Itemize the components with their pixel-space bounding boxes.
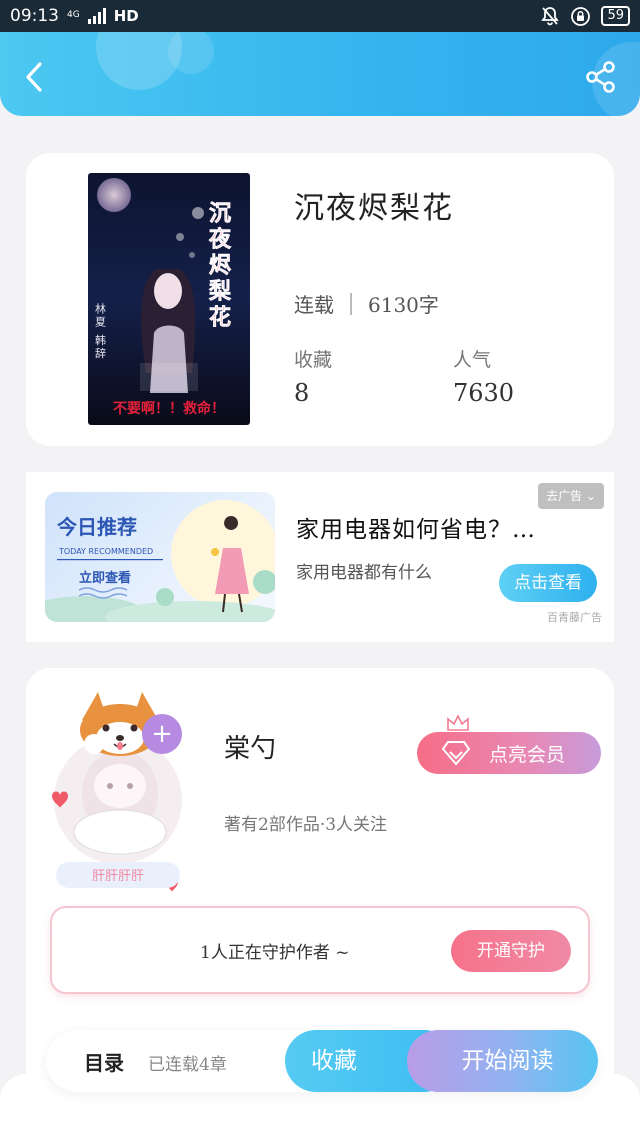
ad-description: 家用电器都有什么	[296, 563, 432, 583]
lock-rotation-icon	[571, 6, 591, 26]
popularity-value: 7630	[453, 379, 515, 407]
battery-icon: 59	[601, 6, 630, 26]
ad-image[interactable]: 今日推荐 TODAY RECOMMENDED 立即查看	[45, 492, 275, 622]
ad-banner-subtitle: TODAY RECOMMENDED	[58, 547, 153, 556]
favorites-label: 收藏	[294, 349, 333, 371]
network-type: 4G	[67, 10, 80, 20]
hd-indicator: HD	[113, 7, 139, 25]
author-info: 著有2部作品·3人关注	[224, 815, 388, 835]
crown-icon	[447, 714, 469, 731]
book-cover[interactable]: 林夏 韩辞 沉夜烬梨花 不要啊！！救命！	[88, 173, 250, 425]
book-meta: 连载 6130字	[294, 289, 439, 318]
remove-ad-button[interactable]: 去广告 ⌄	[538, 483, 604, 509]
open-guard-button[interactable]: 开通守护	[451, 930, 571, 972]
cover-tagline: 不要啊！！救命！	[113, 400, 225, 417]
ad-banner-title: 今日推荐	[57, 515, 137, 539]
vip-button[interactable]: 点亮会员	[417, 732, 601, 774]
guard-author-panel: 1人正在守护作者 ~ 开通守护	[50, 906, 590, 994]
chapter-count: 已连载4章	[148, 1055, 227, 1075]
share-icon[interactable]	[584, 60, 618, 94]
header	[0, 32, 640, 116]
book-title: 沉夜烬梨花	[294, 191, 454, 226]
toc-label: 目录	[84, 1051, 124, 1075]
vip-button-label: 点亮会员	[489, 743, 566, 766]
start-reading-button[interactable]: 开始阅读	[407, 1030, 598, 1092]
toc-button[interactable]: 目录 已连载4章	[46, 1030, 285, 1092]
cover-title: 沉夜烬梨花	[205, 201, 232, 331]
author-badge-text: 肝肝肝肝	[92, 869, 144, 884]
battery-level: 59	[607, 8, 624, 23]
ad-cta-button[interactable]: 点击查看	[499, 564, 597, 602]
chevron-down-icon: ⌄	[585, 489, 596, 503]
status-bar: 09:13 4G HD 59	[0, 0, 640, 32]
cover-authors: 林夏 韩辞	[94, 302, 107, 361]
ad-banner-cta: 立即查看	[79, 570, 131, 586]
remove-ad-label: 去广告	[546, 489, 583, 503]
ad-headline[interactable]: 家用电器如何省电？…	[296, 510, 536, 544]
signal-icon	[87, 8, 106, 24]
author-avatar[interactable]: 肝肝肝肝 +	[46, 682, 196, 892]
word-count: 6130字	[368, 293, 439, 317]
bottom-action-bar: 目录 已连载4章 收藏 开始阅读	[46, 1030, 598, 1092]
follow-add-button[interactable]: +	[142, 714, 182, 754]
plus-icon: +	[151, 719, 173, 749]
meta-divider	[350, 292, 352, 315]
guard-status-text: 1人正在守护作者 ~	[200, 943, 350, 963]
ad-source-label: 百青藤广告	[547, 611, 602, 624]
diamond-icon	[441, 741, 471, 766]
book-status: 连载	[294, 293, 334, 317]
popularity-label: 人气	[453, 349, 492, 371]
favorites-value: 8	[294, 379, 310, 407]
status-time: 09:13	[10, 6, 59, 26]
author-name[interactable]: 棠勺	[224, 728, 276, 765]
ad-banner[interactable]: 今日推荐 TODAY RECOMMENDED 立即查看 家用电器如何省电？… 家…	[26, 472, 614, 642]
book-info-card: 林夏 韩辞 沉夜烬梨花 不要啊！！救命！ 沉夜烬梨花 连载 6130字 收藏 8…	[26, 153, 614, 446]
back-arrow-icon[interactable]	[20, 60, 50, 94]
mute-bell-icon	[541, 7, 560, 26]
